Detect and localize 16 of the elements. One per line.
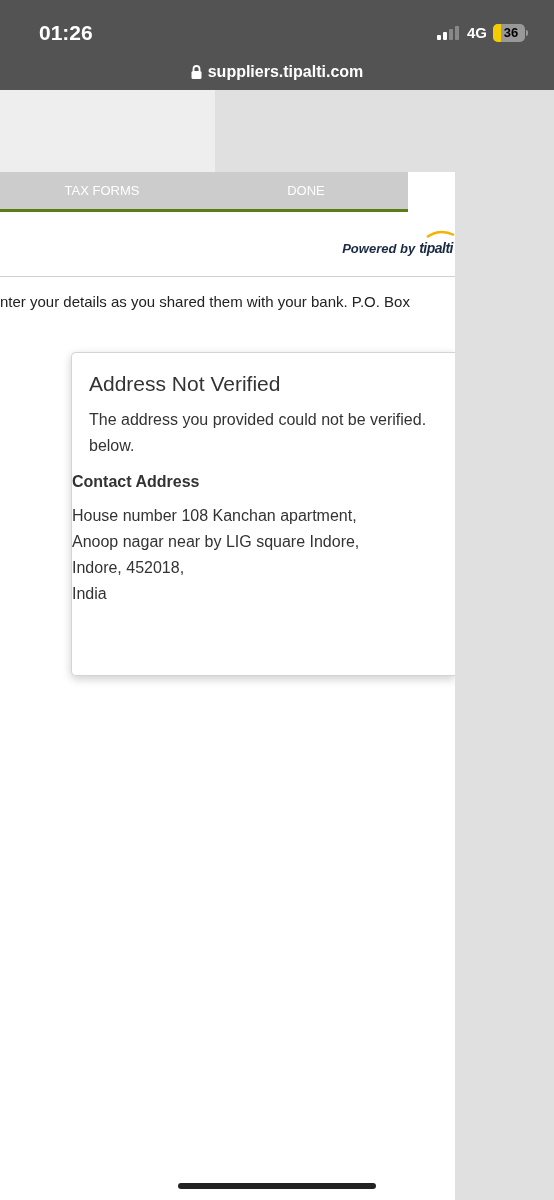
address-line: Anoop nagar near by LIG square Indore, xyxy=(72,532,361,552)
signal-icon xyxy=(437,26,461,40)
instruction-text: nter your details as you shared them with your bank. P.O. Box xyxy=(0,292,411,312)
dialog-message: below. xyxy=(89,436,136,456)
address-line: Indore, 452018, xyxy=(72,558,186,578)
powered-by-logo: Powered by tipalti xyxy=(342,229,455,259)
dialog-message: The address you provided could not be verified. xyxy=(89,410,428,430)
dialog-title: Address Not Verified xyxy=(88,370,282,397)
section-title: Contact Address xyxy=(72,472,201,492)
network-label: 4G xyxy=(467,22,487,43)
battery-level: 36 xyxy=(502,24,519,42)
status-time: 01:26 xyxy=(39,20,93,47)
lock-icon xyxy=(190,65,202,79)
address-line: India xyxy=(72,584,108,604)
address-line: House number 108 Kanchan apartment, xyxy=(72,506,358,526)
url-text[interactable]: suppliers.tipalti.com xyxy=(207,60,364,84)
